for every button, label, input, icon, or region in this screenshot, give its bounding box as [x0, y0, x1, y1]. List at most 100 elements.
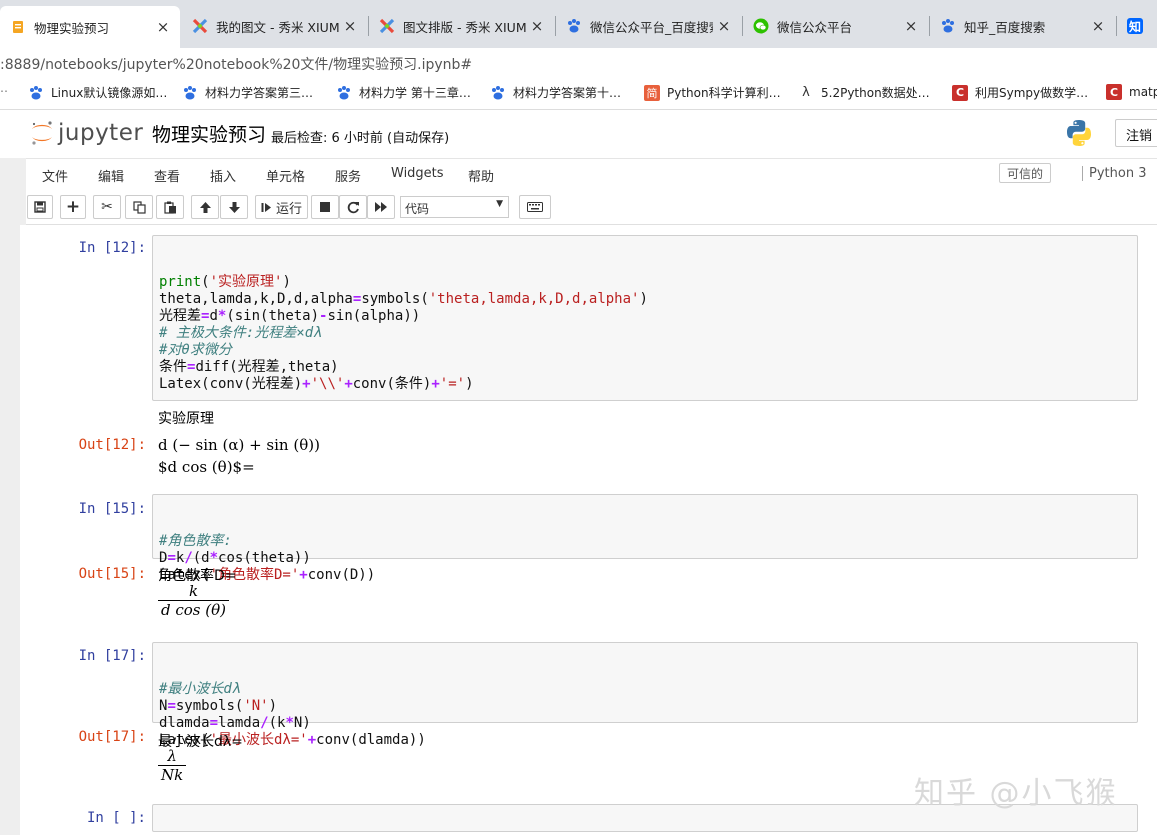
code-cell-input[interactable]: print('实验原理') theta,lamda,k,D,d,alpha=sym… — [152, 235, 1138, 401]
move-up-button[interactable] — [191, 195, 219, 219]
arrow-down-icon — [228, 201, 240, 213]
tab-xiumi-mine[interactable]: 我的图文 - 秀米 XIUMI × — [182, 8, 367, 44]
notebook-title[interactable]: 物理实验预习 — [152, 120, 266, 147]
bookmark-overflow[interactable]: ⋯ — [0, 84, 8, 98]
address-bar[interactable]: :8889/notebooks/jupyter%20notebook%20文件/… — [0, 48, 1157, 78]
interrupt-button[interactable] — [311, 195, 339, 219]
restart-button[interactable] — [339, 195, 367, 219]
menu-widgets[interactable]: Widgets — [391, 166, 444, 181]
code-token: N) — [293, 715, 311, 731]
output-prompt: Out[17]: — [78, 729, 146, 745]
bookmark-item[interactable]: Linux默认镜像源如… — [28, 84, 167, 101]
code-token: conv(dlamda)) — [316, 732, 426, 748]
code-line: #角色散率: — [159, 533, 1131, 550]
bookmark-item[interactable]: λ 5.2Python数据处… — [798, 84, 930, 101]
menu-help[interactable]: 帮助 — [468, 166, 494, 185]
baidu-icon — [940, 18, 956, 34]
tab-xiumi-layout[interactable]: 图文排版 - 秀米 XIUMI × — [369, 8, 554, 44]
tab-label: 物理实验预习 — [34, 20, 110, 36]
code-cell-input[interactable]: #角色散率: D=k/(d*cos(theta)) Latex('角色散率D='+c… — [152, 494, 1138, 583]
code-token: 光程差 — [159, 308, 201, 324]
paste-button[interactable] — [156, 195, 184, 219]
code-token: # 主极大条件:光程差×dλ — [159, 325, 322, 341]
code-cell-input[interactable]: #最小波长dλ N=symbols('N') dlamda=lamda/(k*N) L… — [152, 642, 1138, 748]
menubar: 文件 编辑 查看 插入 单元格 服务 Widgets 帮助 可信的 Python… — [26, 158, 1157, 188]
tab-zhihu[interactable]: 知 — [1117, 8, 1157, 44]
fast-forward-icon — [375, 202, 387, 212]
code-token: (sin(theta) — [226, 308, 320, 324]
code-token: / — [260, 715, 269, 731]
xiumi-icon — [192, 18, 208, 34]
jupyter-logo[interactable]: jupyter — [30, 118, 143, 148]
run-button[interactable]: 运行 — [255, 195, 308, 219]
cut-button[interactable]: ✂ — [93, 195, 121, 219]
close-icon[interactable]: × — [717, 17, 731, 35]
tab-baidu-zhihu[interactable]: 知乎_百度搜索 × — [930, 8, 1115, 44]
code-token: ) — [639, 291, 648, 307]
bookmark-label: 材料力学答案第三… — [205, 86, 314, 100]
code-token: diff(光程差,theta) — [195, 359, 339, 375]
jianshu-icon: 简 — [644, 84, 660, 101]
code-token: + — [344, 376, 353, 392]
zhihu-watermark: 知乎 @小飞猴 — [914, 776, 1118, 811]
code-block: #角色散率: D=k/(d*cos(theta)) Latex('角色散率D='+c… — [159, 533, 1131, 584]
trusted-indicator[interactable]: 可信的 — [999, 163, 1052, 183]
code-token: 条件 — [159, 359, 187, 375]
baidu-icon — [336, 85, 352, 101]
code-token: symbols( — [175, 698, 244, 714]
menu-cell[interactable]: 单元格 — [266, 166, 305, 185]
code-token: print — [159, 274, 202, 290]
wechat-icon — [753, 18, 769, 34]
tab-wechat-platform[interactable]: 微信公众平台 × — [743, 8, 928, 44]
bookmark-item[interactable]: C matp — [1106, 84, 1157, 100]
bookmark-item[interactable]: 材料力学答案第三… — [182, 84, 313, 101]
bookmark-item[interactable]: 材料力学 第十三章… — [336, 84, 471, 101]
close-icon[interactable]: × — [904, 17, 918, 35]
bookmark-item[interactable]: 材料力学答案第十… — [490, 84, 621, 101]
code-line: 光程差=d*(sin(theta)-sin(alpha)) — [159, 308, 1131, 325]
menu-view[interactable]: 查看 — [154, 166, 180, 185]
menu-file[interactable]: 文件 — [42, 166, 68, 185]
bookmark-label: 利用Sympy做数学… — [975, 86, 1089, 100]
tab-notebook[interactable]: 物理实验预习 × — [0, 6, 180, 48]
save-icon — [34, 201, 46, 213]
bookmark-label: 5.2Python数据处… — [821, 86, 930, 100]
menu-insert[interactable]: 插入 — [210, 166, 236, 185]
code-line: print('实验原理') — [159, 274, 1131, 291]
tab-baidu-wechat[interactable]: 微信公众平台_百度搜索 × — [556, 8, 741, 44]
csdn-icon: C — [1106, 84, 1122, 100]
code-token: 'theta,lamda,k,D,d,alpha' — [428, 291, 640, 307]
run-label: 运行 — [275, 201, 302, 217]
close-icon[interactable]: × — [1091, 17, 1105, 35]
close-icon[interactable]: × — [156, 18, 170, 36]
menu-edit[interactable]: 编辑 — [98, 166, 124, 185]
refresh-icon — [347, 201, 359, 213]
url-text[interactable]: :8889/notebooks/jupyter%20notebook%20文件/… — [0, 54, 472, 74]
csdn-icon: C — [952, 84, 968, 101]
command-palette-button[interactable] — [519, 195, 551, 219]
bookmark-item[interactable]: C 利用Sympy做数学… — [952, 84, 1088, 101]
copy-button[interactable] — [125, 195, 153, 219]
move-down-button[interactable] — [220, 195, 248, 219]
latex-output-raw: $d cos (θ)$= — [158, 458, 255, 476]
fraction-denominator: d cos (θ) — [161, 601, 227, 619]
code-token: ) — [268, 698, 278, 714]
python-logo-icon — [1065, 119, 1093, 151]
insert-cell-button[interactable]: + — [60, 195, 86, 219]
close-icon[interactable]: × — [343, 17, 357, 35]
chevron-down-icon: ▼ — [496, 199, 503, 209]
bookmark-label: matp — [1129, 85, 1157, 99]
code-token: + — [299, 567, 308, 583]
cell-type-select[interactable]: 代码 ▼ — [400, 196, 509, 218]
bookmark-item[interactable]: 简 Python科学计算利… — [644, 84, 781, 101]
tab-label: 微信公众平台_百度搜索 — [590, 19, 713, 35]
input-prompt: In [ ]: — [86, 810, 146, 826]
save-button[interactable] — [27, 195, 53, 219]
close-icon[interactable]: × — [530, 17, 544, 35]
restart-run-all-button[interactable] — [367, 195, 395, 219]
arrow-up-icon — [199, 201, 211, 213]
code-line: dlamda=lamda/(k*N) — [159, 715, 1131, 732]
menu-kernel[interactable]: 服务 — [335, 166, 361, 185]
code-token: #角色散率: — [159, 533, 232, 549]
logout-button[interactable]: 注销 — [1115, 119, 1157, 147]
